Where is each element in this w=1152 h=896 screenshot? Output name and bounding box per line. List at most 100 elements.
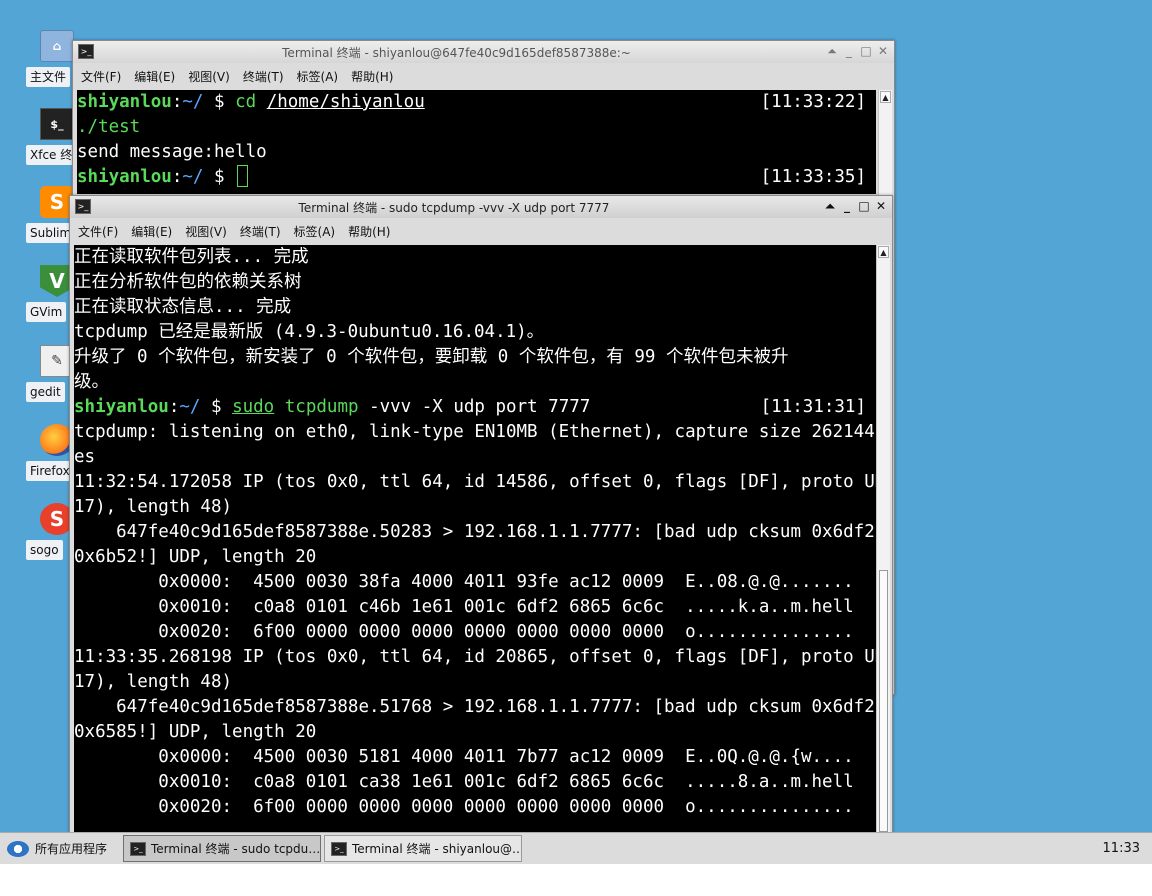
minimize-icon[interactable]: _	[840, 198, 854, 214]
terminal-output[interactable]: 正在读取软件包列表... 完成 正在分析软件包的依赖关系树 正在读取状态信息..…	[74, 245, 876, 833]
output-text: 647fe40c9d165def8587388e.50283 > 192.168…	[74, 522, 876, 542]
output-text: send message:hello	[77, 142, 267, 162]
scrollbar[interactable]: ▲	[876, 245, 890, 833]
command-arg: /home/shiyanlou	[266, 92, 425, 112]
output-text: 级。	[74, 372, 109, 392]
menu-file[interactable]: 文件(F)	[78, 223, 118, 240]
terminal-output[interactable]: shiyanlou: ~/ $ cd /home/shiyanlou [11:33…	[77, 90, 876, 194]
menu-help[interactable]: 帮助(H)	[348, 223, 390, 240]
terminal-icon: >_	[130, 841, 146, 856]
menu-terminal[interactable]: 终端(T)	[243, 68, 284, 85]
desktop-icon-sogou[interactable]: S sogo	[24, 503, 74, 573]
desktop-icon-gvim[interactable]: V GVim	[24, 265, 74, 335]
command-sudo: sudo	[232, 397, 275, 417]
output-text: 0x6585!] UDP, length 20	[74, 722, 317, 742]
terminal-line: 0x0010: c0a8 0101 c46b 1e61 001c 6df2 68…	[74, 595, 876, 620]
menu-file[interactable]: 文件(F)	[81, 68, 121, 85]
taskbar: 所有应用程序 >_ Terminal 终端 - sudo tcpdu… >_ T…	[0, 832, 1152, 864]
terminal-line: ./test	[77, 115, 876, 140]
terminal-line: tcpdump 已经是最新版 (4.9.3-0ubuntu0.16.04.1)。	[74, 320, 876, 345]
shade-icon[interactable]: ⏶	[825, 43, 839, 59]
prompt-dollar: $	[203, 92, 236, 112]
desktop-icon-label: Firefox	[26, 461, 74, 481]
window-titlebar[interactable]: >_ Terminal 终端 - sudo tcpdump -vvv -X ud…	[70, 196, 892, 218]
command: ./test	[77, 117, 141, 137]
terminal-line: send message:hello	[77, 140, 876, 165]
desktop-icon-gedit[interactable]: ✎ gedit	[24, 345, 74, 415]
clock[interactable]: 11:33	[1103, 841, 1140, 856]
window-titlebar[interactable]: >_ Terminal 终端 - shiyanlou@647fe40c9d165…	[73, 41, 894, 63]
text-cursor	[237, 165, 249, 187]
command: tcpdump	[284, 397, 359, 417]
prompt-dir: ~/	[182, 92, 204, 112]
menubar: 文件(F) 编辑(E) 视图(V) 终端(T) 标签(A) 帮助(H)	[70, 219, 892, 244]
menu-edit[interactable]: 编辑(E)	[131, 223, 172, 240]
timestamp: [11:33:35]	[760, 167, 866, 187]
desktop-icon-label: Xfce 终	[26, 145, 77, 165]
desktop-icon-label: sogo	[26, 540, 63, 560]
close-icon[interactable]: ✕	[874, 198, 888, 214]
timestamp: [11:31:31]	[760, 397, 866, 417]
output-text: 正在分析软件包的依赖关系树	[74, 272, 302, 292]
desktop-icon-terminal[interactable]: $_ Xfce 终	[24, 108, 77, 178]
terminal-line: 11:33:35.268198 IP (tos 0x0, ttl 64, id …	[74, 645, 876, 670]
output-text: 17), length 48)	[74, 672, 233, 692]
desktop-icon-sublime[interactable]: S Sublime	[24, 186, 83, 256]
minimize-icon[interactable]: _	[842, 43, 856, 59]
scroll-up-arrow-icon[interactable]: ▲	[880, 91, 891, 103]
taskbar-item-shiyanlou[interactable]: >_ Terminal 终端 - shiyanlou@…	[324, 835, 522, 862]
applications-menu-button[interactable]: 所有应用程序	[7, 836, 123, 862]
terminal-icon: >_	[331, 841, 347, 856]
terminal-icon: >_	[75, 199, 91, 214]
maximize-icon[interactable]: □	[857, 198, 871, 214]
taskbar-item-tcpdump[interactable]: >_ Terminal 终端 - sudo tcpdu…	[123, 835, 321, 862]
command-args: -vvv -X udp port 7777	[358, 397, 591, 417]
terminal-icon: $_	[40, 108, 74, 140]
prompt-dollar: $	[200, 397, 233, 417]
menu-tabs[interactable]: 标签(A)	[297, 68, 339, 85]
output-text: 0x6b52!] UDP, length 20	[74, 547, 317, 567]
terminal-line: 正在读取状态信息... 完成	[74, 295, 876, 320]
menu-terminal[interactable]: 终端(T)	[240, 223, 281, 240]
terminal-line: 升级了 0 个软件包，新安装了 0 个软件包，要卸载 0 个软件包，有 99 个…	[74, 345, 876, 370]
prompt-host: shiyanlou	[77, 92, 172, 112]
shade-icon[interactable]: ⏶	[823, 198, 837, 214]
menu-view[interactable]: 视图(V)	[185, 223, 227, 240]
terminal-line: 0x0020: 6f00 0000 0000 0000 0000 0000 00…	[74, 795, 876, 820]
terminal-line: es	[74, 445, 876, 470]
prompt-sep: :	[171, 167, 183, 187]
scroll-up-arrow-icon[interactable]: ▲	[878, 246, 889, 258]
output-text: 0x0000: 4500 0030 38fa 4000 4011 93fe ac…	[74, 572, 854, 592]
menubar: 文件(F) 编辑(E) 视图(V) 终端(T) 标签(A) 帮助(H)	[73, 64, 894, 89]
terminal-line: shiyanlou: ~/ $ [11:33:35]	[77, 165, 876, 190]
terminal-window-tcpdump[interactable]: >_ Terminal 终端 - sudo tcpdump -vvv -X ud…	[69, 195, 893, 835]
prompt-dir: ~/	[182, 167, 204, 187]
applications-menu-label: 所有应用程序	[35, 842, 108, 856]
close-icon[interactable]: ✕	[876, 43, 890, 59]
prompt-sep: :	[168, 397, 180, 417]
prompt-host: shiyanlou	[77, 167, 172, 187]
prompt-host: shiyanlou	[74, 397, 169, 417]
maximize-icon[interactable]: □	[859, 43, 873, 59]
scrollbar-thumb[interactable]	[879, 570, 888, 832]
desktop-icon-label: GVim	[26, 302, 67, 322]
prompt-dollar: $	[203, 167, 236, 187]
terminal-line: 17), length 48)	[74, 495, 876, 520]
desktop-icon-firefox[interactable]: Firefox	[24, 424, 74, 494]
menu-tabs[interactable]: 标签(A)	[294, 223, 336, 240]
terminal-line: 0x0010: c0a8 0101 ca38 1e61 001c 6df2 68…	[74, 770, 876, 795]
output-text: 0x0000: 4500 0030 5181 4000 4011 7b77 ac…	[74, 747, 854, 767]
prompt-dir: ~/	[179, 397, 201, 417]
output-text: tcpdump 已经是最新版 (4.9.3-0ubuntu0.16.04.1)。	[74, 322, 545, 342]
taskbar-item-label: Terminal 终端 - shiyanlou@…	[352, 842, 522, 856]
menu-help[interactable]: 帮助(H)	[351, 68, 393, 85]
output-text: 升级了 0 个软件包，新安装了 0 个软件包，要卸载 0 个软件包，有 99 个…	[74, 347, 789, 367]
terminal-line: 11:32:54.172058 IP (tos 0x0, ttl 64, id …	[74, 470, 876, 495]
prompt-sep: :	[171, 92, 183, 112]
menu-edit[interactable]: 编辑(E)	[134, 68, 175, 85]
desktop-icon-home[interactable]: ⌂ 主文件	[24, 30, 74, 100]
menu-view[interactable]: 视图(V)	[188, 68, 230, 85]
terminal-line: 正在分析软件包的依赖关系树	[74, 270, 876, 295]
terminal-line: 正在读取软件包列表... 完成	[74, 245, 876, 270]
output-text: 17), length 48)	[74, 497, 233, 517]
